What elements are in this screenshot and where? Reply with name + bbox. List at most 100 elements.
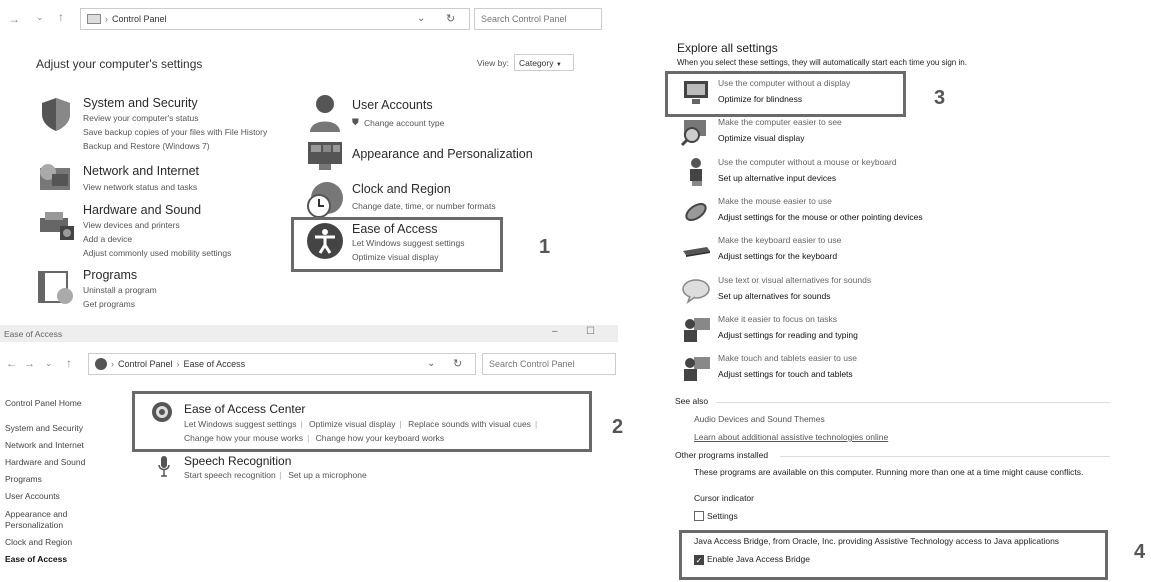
category-title[interactable]: Programs <box>83 268 137 282</box>
category-title[interactable]: Hardware and Sound <box>83 203 201 217</box>
forward-arrow-icon[interactable]: → <box>8 12 20 26</box>
cursor-indicator-label: Cursor indicator <box>694 493 754 503</box>
see-also-link-assistive[interactable]: Learn about additional assistive technol… <box>694 432 888 442</box>
other-programs-label: Other programs installed <box>675 450 769 460</box>
people-icon <box>684 318 710 342</box>
item-description: Make the computer easier to see <box>718 117 842 127</box>
see-also-link-audio[interactable]: Audio Devices and Sound Themes <box>694 414 825 424</box>
shield-small-icon: ⛊ <box>352 117 359 127</box>
category-link[interactable]: View network status and tasks <box>83 182 197 192</box>
microphone-icon <box>158 456 170 477</box>
printer-icon <box>40 212 74 240</box>
callout-box-2 <box>132 391 592 452</box>
item-description: Make the keyboard easier to use <box>718 235 842 245</box>
breadcrumb-control-panel[interactable]: Control Panel <box>118 359 173 369</box>
category-link[interactable]: Uninstall a program <box>83 285 157 295</box>
category-link[interactable]: Adjust commonly used mobility settings <box>83 248 231 258</box>
settings-checkbox[interactable] <box>694 511 704 521</box>
sidebar-item-hardware[interactable]: Hardware and Sound <box>5 457 85 467</box>
sidebar-item-programs[interactable]: Programs <box>5 474 42 484</box>
callout-number-2: 2 <box>612 416 624 438</box>
sidebar-item-clock-region[interactable]: Clock and Region <box>5 537 72 547</box>
display-icon <box>308 142 342 170</box>
dropdown-chevron-icon[interactable]: ⌄ <box>417 13 425 24</box>
page-title: Adjust your computer's settings <box>36 57 203 71</box>
chevron-down-icon[interactable]: ⌄ <box>36 12 44 23</box>
sidebar-item-system-security[interactable]: System and Security <box>5 423 83 433</box>
sidebar-item-ease-of-access[interactable]: Ease of Access <box>5 554 67 564</box>
forward-arrow-icon[interactable]: → <box>24 358 35 370</box>
category-title[interactable]: Network and Internet <box>83 164 199 178</box>
callout-box-4 <box>679 530 1108 580</box>
settings-checkbox-label[interactable]: Settings <box>707 511 738 521</box>
address-bar[interactable]: › Control Panel › Ease of Access ⌄ ↻ <box>88 353 476 375</box>
item-action[interactable]: Set up alternatives for sounds <box>718 291 830 301</box>
breadcrumb-separator-icon: › <box>111 359 114 369</box>
callout-box-3 <box>665 71 906 117</box>
item-description: Use the computer without a mouse or keyb… <box>718 157 897 167</box>
sidebar-item-home[interactable]: Control Panel Home <box>5 398 82 408</box>
item-action[interactable]: Set up alternative input devices <box>718 173 836 183</box>
item-action[interactable]: Optimize visual display <box>718 133 804 143</box>
category-link[interactable]: View devices and printers <box>83 220 180 230</box>
category-link[interactable]: Add a device <box>83 234 132 244</box>
category-title[interactable]: Clock and Region <box>352 182 451 196</box>
category-title[interactable]: User Accounts <box>352 98 433 112</box>
person-icon <box>690 158 702 186</box>
category-link[interactable]: Change account type <box>364 118 444 128</box>
network-globe-icon <box>40 164 70 190</box>
sidebar-item-appearance[interactable]: Appearance and <box>5 509 67 519</box>
item-action[interactable]: Adjust settings for the mouse or other p… <box>718 212 923 222</box>
section-subheading: When you select these settings, they wil… <box>677 58 967 67</box>
search-placeholder: Search Control Panel <box>481 14 567 24</box>
category-link[interactable]: Change date, time, or number formats <box>352 201 496 211</box>
sidebar-item-network[interactable]: Network and Internet <box>5 440 84 450</box>
window-title: Ease of Access <box>4 329 63 339</box>
see-also-label: See also <box>675 396 709 406</box>
link-setup-microphone[interactable]: Set up a microphone <box>288 470 366 480</box>
view-by-label: View by: <box>477 58 509 68</box>
category-link[interactable]: Backup and Restore (Windows 7) <box>83 141 210 151</box>
maximize-icon[interactable]: ☐ <box>586 326 595 337</box>
view-by-dropdown[interactable]: Category ▼ <box>514 54 574 71</box>
dropdown-arrow-icon: ▼ <box>555 62 562 68</box>
section-title[interactable]: Speech Recognition <box>184 454 291 468</box>
category-link[interactable]: Get programs <box>83 299 135 309</box>
item-action[interactable]: Adjust settings for reading and typing <box>718 330 858 340</box>
category-title[interactable]: System and Security <box>83 96 198 110</box>
category-link[interactable]: Review your computer's status <box>83 113 198 123</box>
chevron-down-icon[interactable]: ⌄ <box>45 358 53 369</box>
item-description: Make it easier to focus on tasks <box>718 314 838 324</box>
programs-icon <box>38 271 73 304</box>
dropdown-chevron-icon[interactable]: ⌄ <box>427 358 435 369</box>
item-action[interactable]: Adjust settings for touch and tablets <box>718 369 853 379</box>
breadcrumb-ease-of-access[interactable]: Ease of Access <box>184 359 246 369</box>
clock-globe-icon <box>307 182 343 218</box>
up-arrow-icon[interactable]: ↑ <box>66 356 72 370</box>
sidebar-item-user-accounts[interactable]: User Accounts <box>5 491 60 501</box>
refresh-icon[interactable]: ↻ <box>453 357 462 370</box>
callout-number-3: 3 <box>934 87 946 109</box>
minimize-icon[interactable]: – <box>552 326 558 337</box>
category-title[interactable]: Appearance and Personalization <box>352 147 533 161</box>
search-placeholder: Search Control Panel <box>489 359 575 369</box>
up-arrow-icon[interactable]: ↑ <box>58 10 64 24</box>
refresh-icon[interactable]: ↻ <box>446 12 455 25</box>
separator: | <box>279 470 282 480</box>
control-panel-icon <box>87 14 101 24</box>
item-action[interactable]: Adjust settings for the keyboard <box>718 251 837 261</box>
address-bar[interactable]: › Control Panel ⌄ ↻ <box>80 8 470 30</box>
breadcrumb-control-panel[interactable]: Control Panel <box>112 14 167 24</box>
sidebar-item-appearance-line2[interactable]: Personalization <box>5 520 63 530</box>
speech-bubble-icon <box>682 279 710 304</box>
search-input[interactable]: Search Control Panel <box>482 353 616 375</box>
speech-links: Start speech recognition | Set up a micro… <box>184 470 367 480</box>
breadcrumb-separator-icon: › <box>105 14 108 24</box>
ease-of-access-small-icon <box>95 358 107 370</box>
back-arrow-icon[interactable]: ← <box>6 358 17 370</box>
search-input[interactable]: Search Control Panel <box>474 8 602 30</box>
view-by-value: Category <box>519 58 554 68</box>
category-link[interactable]: Save backup copies of your files with Fi… <box>83 127 267 137</box>
people-icon <box>684 357 710 381</box>
link-start-speech[interactable]: Start speech recognition <box>184 470 276 480</box>
